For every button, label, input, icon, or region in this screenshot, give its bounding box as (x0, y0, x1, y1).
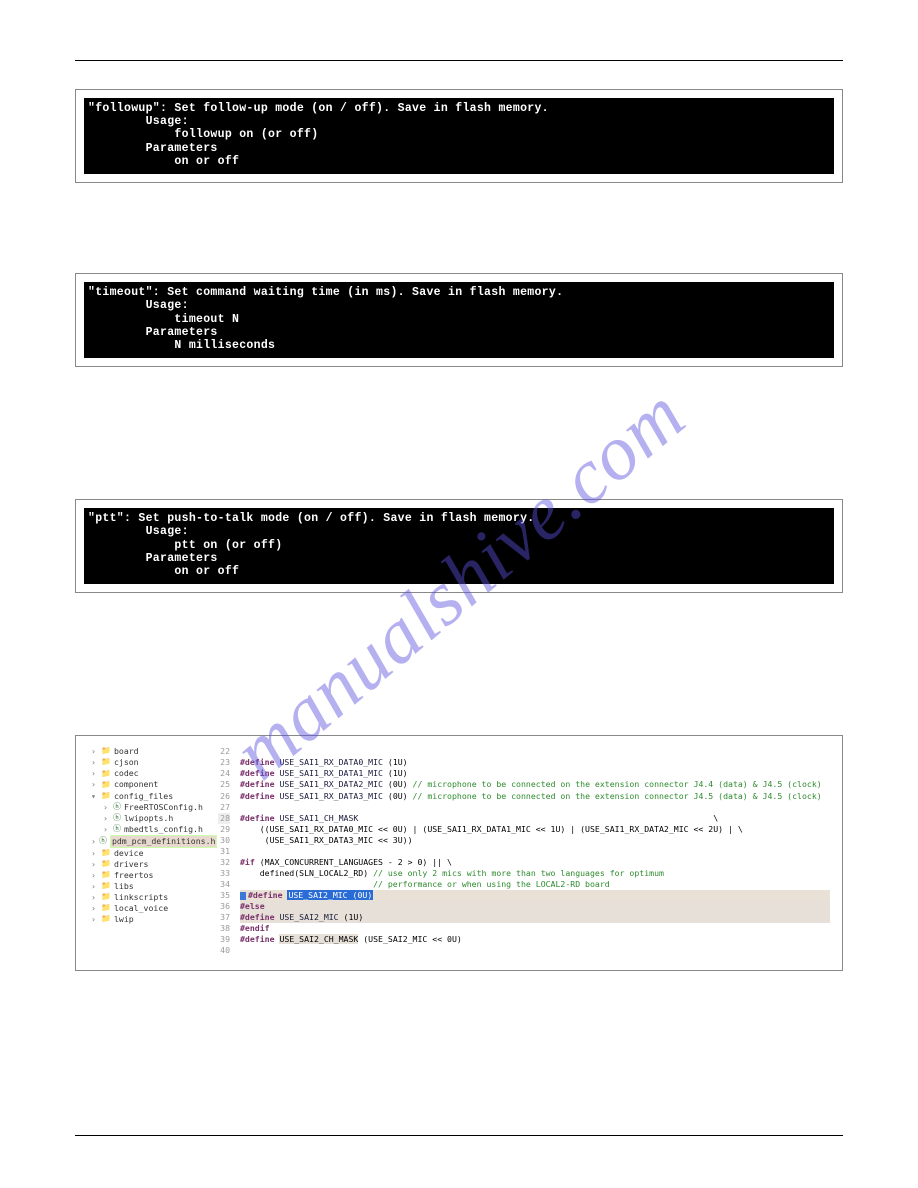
code-line[interactable] (240, 802, 830, 813)
folder-icon: 📁 (101, 914, 111, 925)
tree-item[interactable]: ›📁local_voice (88, 903, 212, 914)
tree-item-label: lwipopts.h (124, 813, 173, 824)
code-editor[interactable]: #define USE_SAI1_RX_DATA0_MIC (1U)#defin… (234, 744, 832, 958)
folder-icon: 📁 (101, 791, 111, 802)
folder-icon: 📁 (101, 769, 111, 780)
tree-item-label: config_files (114, 791, 173, 802)
folder-icon: 📁 (101, 848, 111, 859)
tree-item[interactable]: ›ⓗFreeRTOSConfig.h (88, 802, 212, 813)
code-line[interactable]: #define USE_SAI1_RX_DATA0_MIC (1U) (240, 757, 830, 768)
code-line[interactable]: #define USE_SAI1_CH_MASK \ (240, 813, 830, 824)
code-line[interactable] (240, 746, 830, 757)
header-file-icon: ⓗ (113, 802, 121, 813)
tree-item[interactable]: ›📁linkscripts (88, 892, 212, 903)
tree-item[interactable]: ▾📁config_files (88, 791, 212, 802)
tree-item[interactable]: ›📁board (88, 746, 212, 757)
tree-item-label: drivers (114, 859, 149, 870)
code-gutter: 22232425262728293031323334353637383940 (216, 744, 234, 958)
header-file-icon: ⓗ (99, 836, 107, 847)
tree-item-label: codec (114, 768, 139, 779)
code-line[interactable]: #define USE_SAI2_CH_MASK (USE_SAI2_MIC <… (240, 934, 830, 945)
footer (75, 1135, 843, 1142)
tree-item[interactable]: ›📁cjson (88, 757, 212, 768)
figure-ide: ›📁board›📁cjson›📁codec›📁component▾📁config… (75, 735, 843, 971)
code-line[interactable]: (USE_SAI1_RX_DATA3_MIC << 3U)) (240, 835, 830, 846)
tree-item[interactable]: ›ⓗmbedtls_config.h (88, 824, 212, 835)
tree-item-label: libs (114, 881, 134, 892)
tree-item[interactable]: ›📁drivers (88, 859, 212, 870)
tree-item-label: linkscripts (114, 892, 168, 903)
terminal-timeout: "timeout": Set command waiting time (in … (84, 282, 834, 358)
folder-icon: 📁 (101, 859, 111, 870)
tree-item-label: component (114, 779, 158, 790)
header-file-icon: ⓗ (113, 824, 121, 835)
code-line[interactable]: #define USE_SAI2_MIC (1U) (240, 912, 830, 923)
figure-followup: "followup": Set follow-up mode (on / off… (75, 89, 843, 183)
code-line[interactable]: #define USE_SAI1_RX_DATA1_MIC (1U) (240, 768, 830, 779)
header-rule (75, 60, 843, 61)
folder-icon: 📁 (101, 881, 111, 892)
code-line[interactable]: #define USE_SAI1_RX_DATA2_MIC (0U) // mi… (240, 779, 830, 790)
tree-item-label: device (114, 848, 144, 859)
tree-item-label: cjson (114, 757, 139, 768)
tree-item[interactable]: ›📁libs (88, 881, 212, 892)
code-line[interactable]: #define USE_SAI2_MIC (0U) (240, 890, 830, 901)
code-line[interactable]: defined(SLN_LOCAL2_RD) // use only 2 mic… (240, 868, 830, 879)
code-line[interactable]: #if (MAX_CONCURRENT_LANGUAGES - 2 > 0) |… (240, 857, 830, 868)
tree-item[interactable]: ›ⓗpdm_pcm_definitions.h (88, 835, 212, 848)
folder-icon: 📁 (101, 903, 111, 914)
tree-item-label: board (114, 746, 139, 757)
header-file-icon: ⓗ (113, 813, 121, 824)
tree-item-label: FreeRTOSConfig.h (124, 802, 203, 813)
folder-icon: 📁 (101, 780, 111, 791)
terminal-ptt: "ptt": Set push-to-talk mode (on / off).… (84, 508, 834, 584)
folder-icon: 📁 (101, 892, 111, 903)
tree-item-label: local_voice (114, 903, 168, 914)
folder-icon: 📁 (101, 757, 111, 768)
tree-item-label: pdm_pcm_definitions.h (110, 835, 218, 848)
figure-timeout: "timeout": Set command waiting time (in … (75, 273, 843, 367)
tree-item-label: lwip (114, 914, 134, 925)
code-line[interactable]: #define USE_SAI1_RX_DATA3_MIC (0U) // mi… (240, 791, 830, 802)
tree-item[interactable]: ›📁lwip (88, 914, 212, 925)
code-line[interactable]: ((USE_SAI1_RX_DATA0_MIC << 0U) | (USE_SA… (240, 824, 830, 835)
ide-panel: ›📁board›📁cjson›📁codec›📁component▾📁config… (86, 744, 832, 958)
tree-item-label: freertos (114, 870, 153, 881)
tree-item[interactable]: ›📁device (88, 848, 212, 859)
code-line[interactable]: #else (240, 901, 830, 912)
folder-icon: 📁 (101, 870, 111, 881)
tree-item[interactable]: ›📁freertos (88, 870, 212, 881)
code-line[interactable]: #endif (240, 923, 830, 934)
document-page: "followup": Set follow-up mode (on / off… (0, 0, 918, 1188)
code-line[interactable]: // performance or when using the LOCAL2-… (240, 879, 830, 890)
tree-item-label: mbedtls_config.h (124, 824, 203, 835)
folder-icon: 📁 (101, 746, 111, 757)
code-line[interactable] (240, 846, 830, 857)
terminal-followup: "followup": Set follow-up mode (on / off… (84, 98, 834, 174)
tree-item[interactable]: ›ⓗlwipopts.h (88, 813, 212, 824)
code-line[interactable] (240, 945, 830, 956)
figure-ptt: "ptt": Set push-to-talk mode (on / off).… (75, 499, 843, 593)
tree-item[interactable]: ›📁component (88, 779, 212, 790)
project-tree[interactable]: ›📁board›📁cjson›📁codec›📁component▾📁config… (86, 744, 216, 958)
tree-item[interactable]: ›📁codec (88, 768, 212, 779)
